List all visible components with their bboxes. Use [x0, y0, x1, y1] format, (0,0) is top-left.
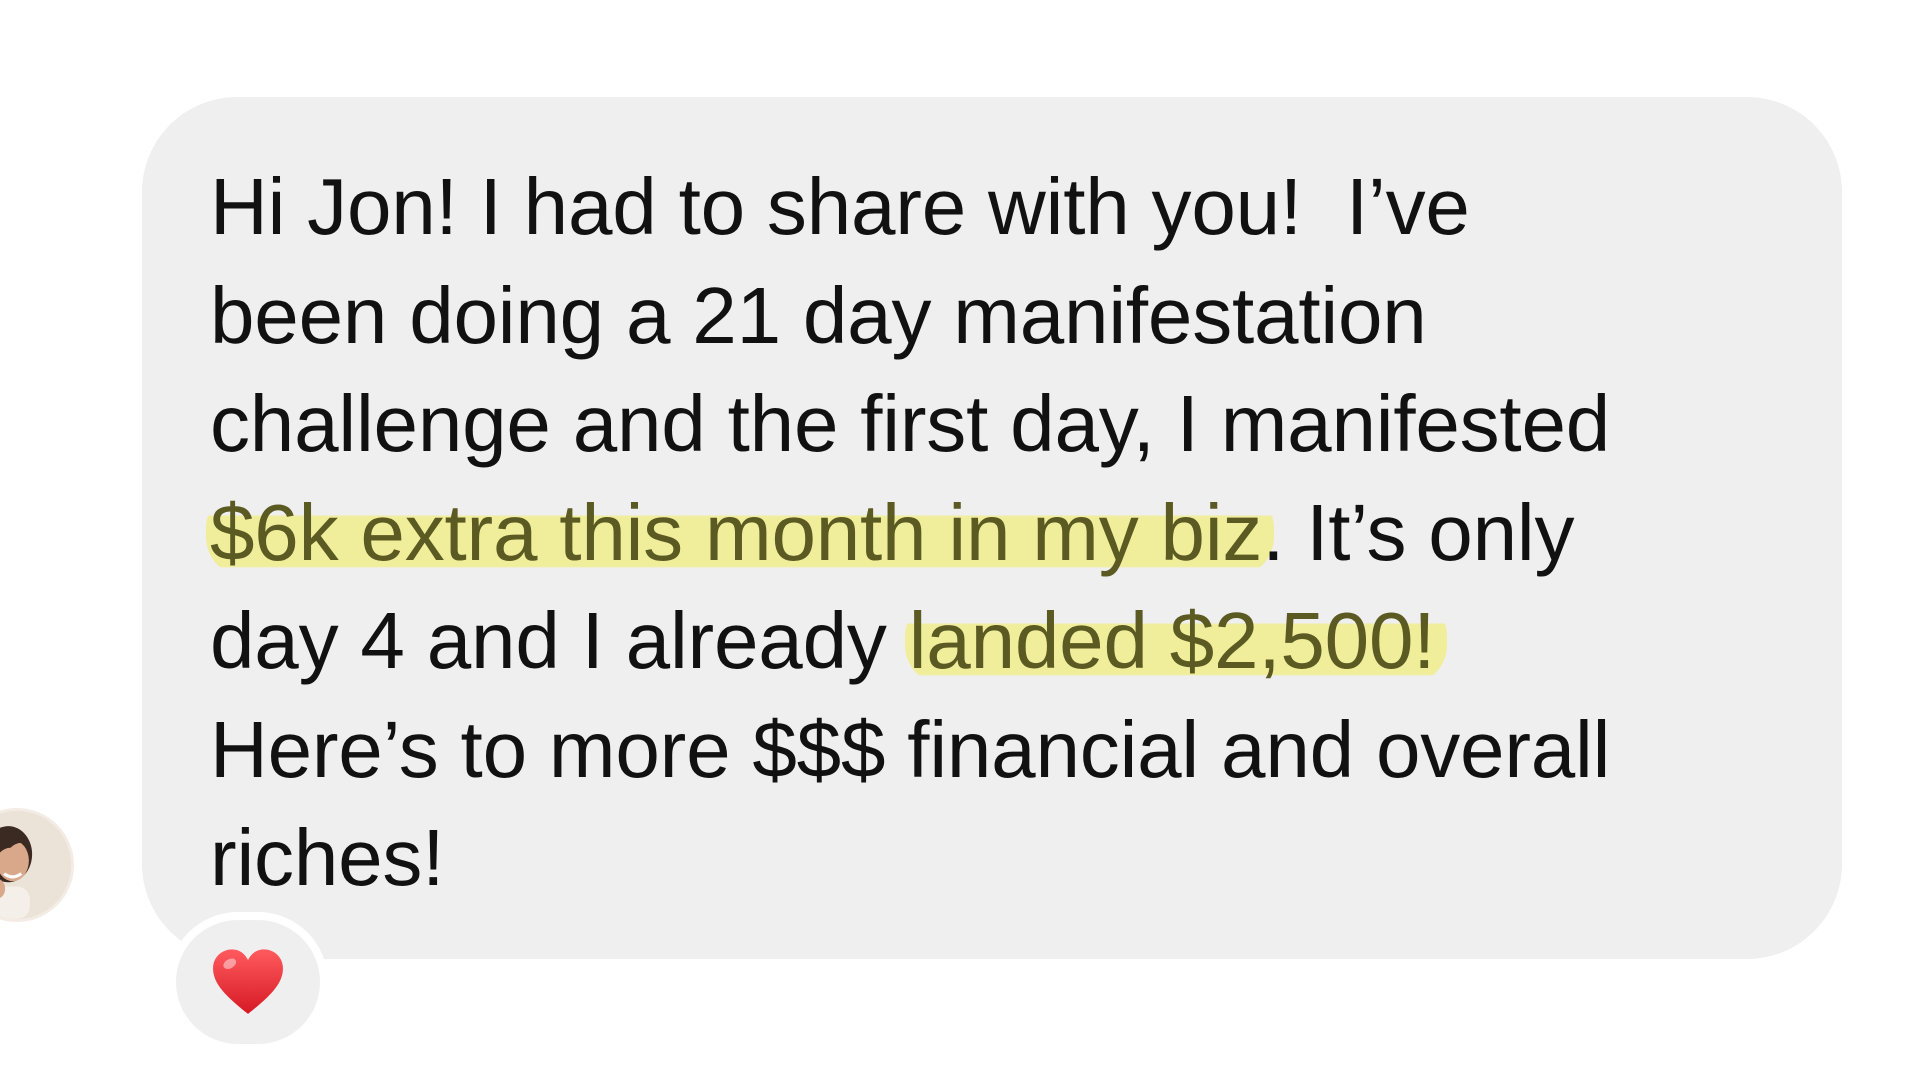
message-text: Hi Jon! I had to share with you! I’ve be… — [206, 153, 1762, 913]
message-bubble[interactable]: Hi Jon! I had to share with you! I’ve be… — [142, 97, 1842, 959]
message-line: . It’s only — [1262, 487, 1575, 577]
message-line: Here’s to more $$$ financial and overall — [210, 704, 1611, 794]
message-line: challenge and the first day, I manifeste… — [210, 379, 1611, 468]
message-line: day 4 and I already — [210, 596, 909, 685]
highlighted-text: $6k extra this month in my biz — [206, 487, 1275, 577]
sender-avatar[interactable] — [0, 808, 74, 922]
message-line: been doing a 21 day manifestation — [210, 270, 1427, 360]
highlighted-text: landed $2,500! — [904, 596, 1448, 685]
reaction-badge[interactable] — [168, 912, 328, 1052]
chat-thread: Hi Jon! I had to share with you! I’ve be… — [0, 0, 1920, 1080]
user-avatar-photo-icon — [0, 811, 71, 919]
red-heart-icon — [213, 949, 283, 1014]
message-line: Hi Jon! I had to share with you! I’ve — [210, 162, 1470, 251]
message-line: riches! — [210, 813, 445, 902]
